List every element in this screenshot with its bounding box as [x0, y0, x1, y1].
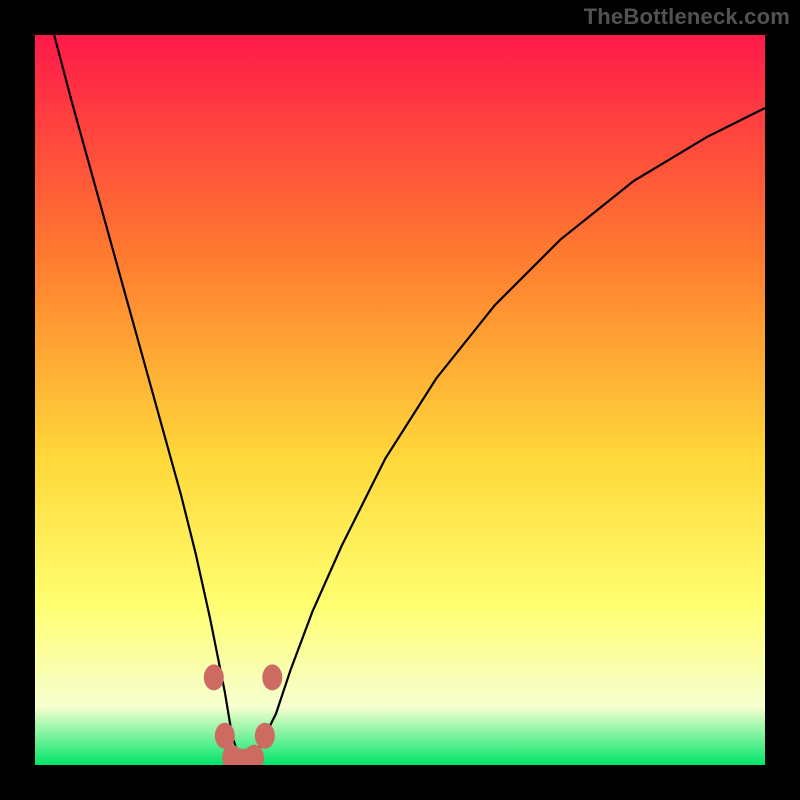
gradient-background — [35, 35, 765, 765]
plot-area — [35, 35, 765, 765]
watermark-text: TheBottleneck.com — [584, 4, 790, 30]
chart-frame: TheBottleneck.com — [0, 0, 800, 800]
curve-marker — [204, 664, 224, 690]
bottleneck-chart — [35, 35, 765, 765]
curve-marker — [255, 723, 275, 749]
curve-marker — [262, 664, 282, 690]
